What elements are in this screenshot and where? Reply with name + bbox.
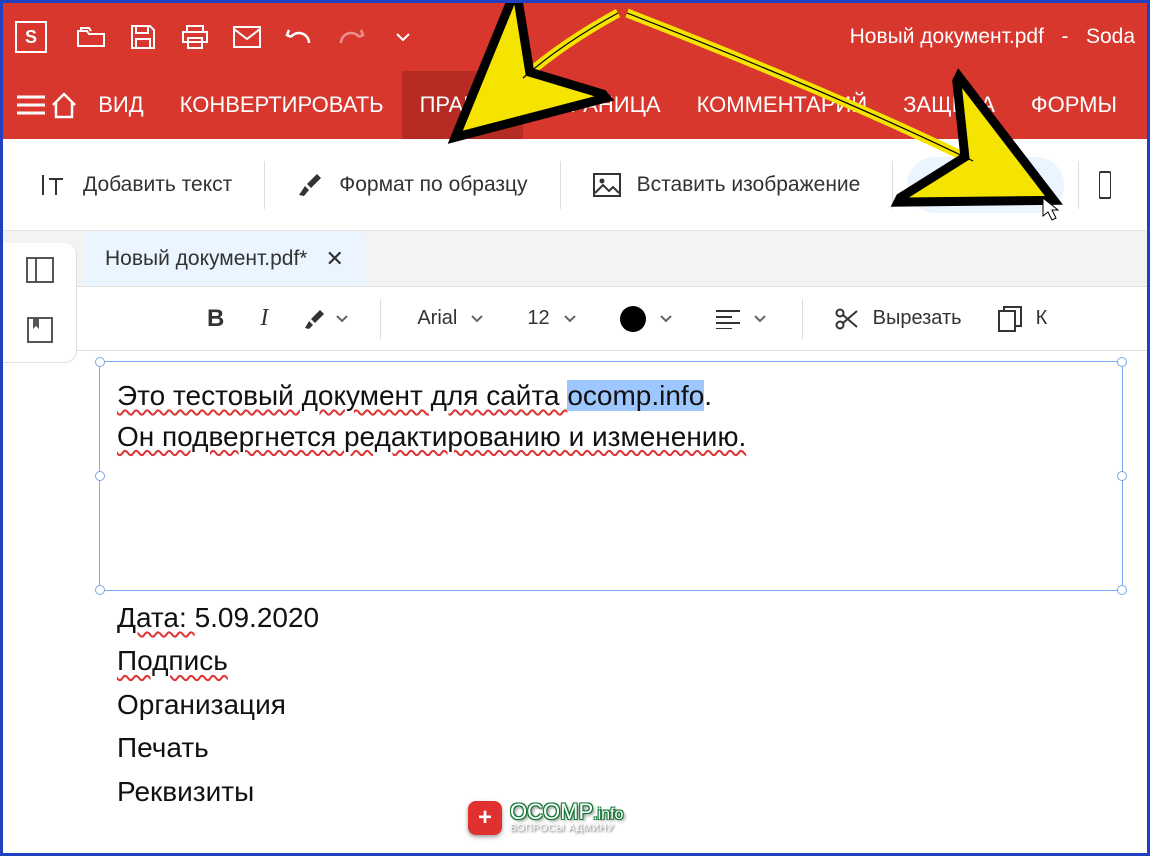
menu-view[interactable]: ВИД <box>80 71 161 139</box>
panel-layout-icon[interactable] <box>26 257 54 288</box>
font-family-select[interactable]: Arial <box>399 299 501 339</box>
resize-handle[interactable] <box>95 585 105 595</box>
bold-button[interactable]: B <box>193 299 238 339</box>
copy-button[interactable]: К <box>984 299 1062 339</box>
align-select[interactable] <box>698 299 784 339</box>
format-toolbar: B I Arial 12 Вырезать К <box>3 287 1147 351</box>
menu-forms[interactable]: ФОРМЫ <box>1013 71 1135 139</box>
chevron-down-icon <box>660 315 672 323</box>
chevron-down-icon <box>564 315 576 323</box>
link-button[interactable]: Ссылка <box>907 157 1063 213</box>
align-left-icon <box>716 309 740 329</box>
tab-strip: Новый документ.pdf* ✕ <box>3 231 1147 287</box>
chevron-down-icon <box>471 315 483 323</box>
redo-button[interactable] <box>331 17 371 57</box>
menu-comment[interactable]: КОММЕНТАРИЙ <box>679 71 886 139</box>
resize-handle[interactable] <box>95 357 105 367</box>
highlight-button[interactable] <box>290 299 362 339</box>
chevron-down-icon <box>336 315 348 323</box>
title-bar: S Новый документ.pdf - Soda <box>3 3 1147 71</box>
copy-icon <box>998 306 1022 332</box>
signature-block[interactable]: Дата: 5.09.2020 Подпись Организация Печа… <box>117 596 319 813</box>
menu-bar: ВИД КОНВЕРТИРОВАТЬ ПРАВКА СТРАНИЦА КОММЕ… <box>3 71 1147 139</box>
link-icon <box>925 175 955 195</box>
scissors-icon <box>835 307 859 331</box>
save-button[interactable] <box>123 17 163 57</box>
open-button[interactable] <box>71 17 111 57</box>
menu-edit[interactable]: ПРАВКА <box>402 71 524 139</box>
resize-handle[interactable] <box>1117 357 1127 367</box>
watermark-logo: + OCOMP.info ВОПРОСЫ АДМИНУ <box>468 801 623 835</box>
insert-image-button[interactable]: Вставить изображение <box>575 157 879 213</box>
format-painter-button[interactable]: Формат по образцу <box>279 157 545 213</box>
brush-icon <box>297 172 323 198</box>
home-button[interactable] <box>48 71 81 139</box>
menu-page[interactable]: СТРАНИЦА <box>523 71 678 139</box>
marker-icon <box>304 308 326 330</box>
font-size-select[interactable]: 12 <box>509 299 593 339</box>
document-tab[interactable]: Новый документ.pdf* ✕ <box>83 231 366 286</box>
menu-convert[interactable]: КОНВЕРТИРОВАТЬ <box>162 71 402 139</box>
panel-bookmark-icon[interactable] <box>27 317 53 348</box>
menu-protect[interactable]: ЗАЩИТА <box>885 71 1013 139</box>
image-icon <box>593 173 621 197</box>
font-color-select[interactable] <box>602 299 690 339</box>
document-canvas[interactable]: Это тестовый документ для сайта ocomp.in… <box>89 351 1133 843</box>
chevron-down-icon <box>754 315 766 323</box>
resize-handle[interactable] <box>95 471 105 481</box>
window-title: Новый документ.pdf - Soda <box>850 25 1135 49</box>
italic-button[interactable]: I <box>246 299 282 339</box>
paragraph-text[interactable]: Это тестовый документ для сайта ocomp.in… <box>117 376 746 457</box>
add-text-button[interactable]: Добавить текст <box>21 157 250 213</box>
cut-button[interactable]: Вырезать <box>821 299 976 339</box>
undo-button[interactable] <box>279 17 319 57</box>
clipboard-icon[interactable] <box>1099 170 1111 200</box>
color-swatch <box>620 306 646 332</box>
tab-label: Новый документ.pdf* <box>105 247 307 271</box>
plus-icon: + <box>468 801 502 835</box>
side-panel <box>3 243 77 363</box>
tab-close-button[interactable]: ✕ <box>325 246 343 272</box>
hamburger-menu[interactable] <box>15 71 48 139</box>
mail-button[interactable] <box>227 17 267 57</box>
selected-text[interactable]: ocomp.info <box>567 380 704 411</box>
ribbon: Добавить текст Формат по образцу Вставит… <box>3 139 1147 231</box>
resize-handle[interactable] <box>1117 585 1127 595</box>
app-logo: S <box>15 21 47 53</box>
resize-handle[interactable] <box>1117 471 1127 481</box>
more-dropdown[interactable] <box>383 17 423 57</box>
text-cursor-icon <box>39 171 67 199</box>
print-button[interactable] <box>175 17 215 57</box>
